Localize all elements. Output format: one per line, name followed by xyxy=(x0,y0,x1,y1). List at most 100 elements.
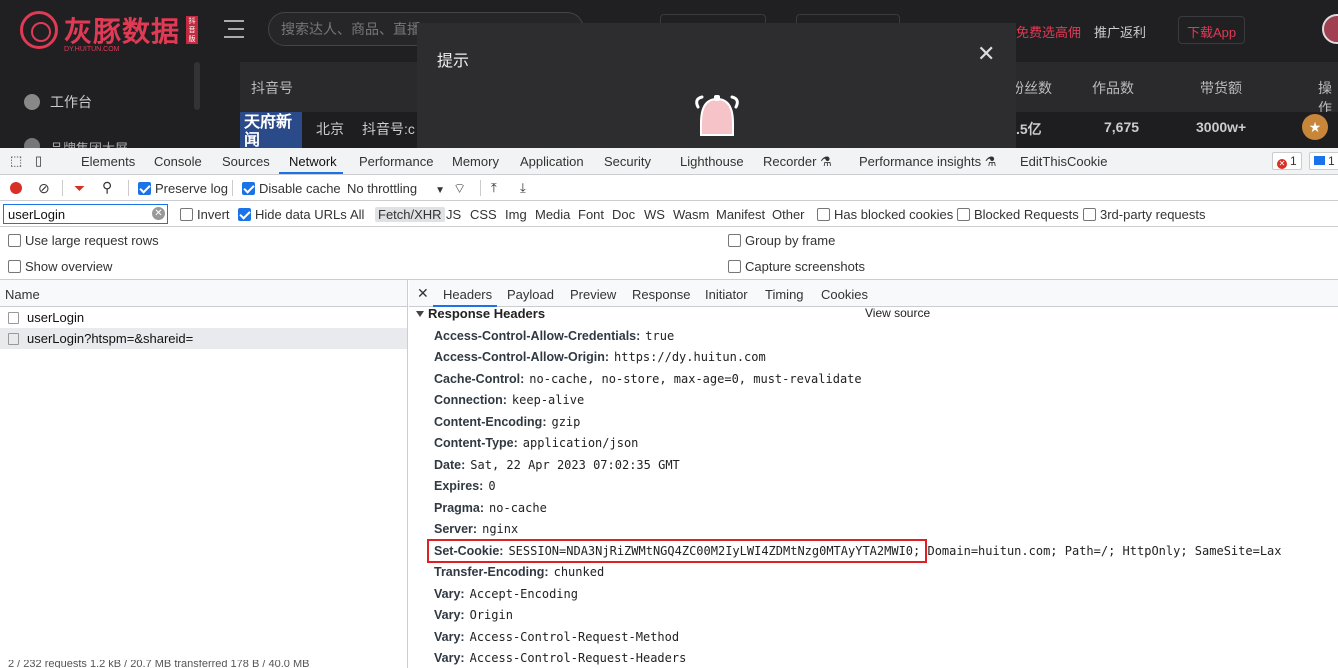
checkbox-checked-icon xyxy=(138,182,151,195)
filter-type-js[interactable]: JS xyxy=(446,207,461,222)
header-value: Sat, 22 Apr 2023 07:02:35 GMT xyxy=(470,458,680,472)
tab-cookies[interactable]: Cookies xyxy=(821,287,868,302)
sidebar-scrollbar[interactable] xyxy=(194,62,200,110)
message-count-badge[interactable]: 1 xyxy=(1309,152,1338,170)
filter-type-media[interactable]: Media xyxy=(535,207,570,222)
view-source-link[interactable]: View source xyxy=(865,306,930,320)
tab-sources[interactable]: Sources xyxy=(222,154,270,169)
checkbox-icon xyxy=(8,234,21,247)
tab-preview[interactable]: Preview xyxy=(570,287,616,302)
tab-initiator[interactable]: Initiator xyxy=(705,287,748,302)
filter-type-other[interactable]: Other xyxy=(772,207,805,222)
logo-mark-icon xyxy=(20,11,58,49)
close-icon[interactable]: ✕ xyxy=(417,285,429,302)
clear-icon[interactable]: ⊘ xyxy=(38,180,50,197)
preserve-log-checkbox[interactable]: Preserve log xyxy=(138,181,228,196)
filter-icon[interactable]: ⏷ xyxy=(74,180,85,197)
header-key: Access-Control-Allow-Origin: xyxy=(434,350,610,364)
sidebar-item-label: 工作台 xyxy=(50,94,92,110)
close-icon[interactable]: ✕ xyxy=(977,41,995,67)
filter-type-wasm[interactable]: Wasm xyxy=(673,207,709,222)
export-har-icon[interactable]: ⤓ xyxy=(520,180,526,196)
large-rows-checkbox[interactable]: Use large request rows xyxy=(8,233,159,248)
filter-input[interactable]: userLogin ✕ xyxy=(3,204,168,224)
menu-icon[interactable] xyxy=(224,20,244,38)
blocked-requests-checkbox[interactable]: Blocked Requests xyxy=(957,207,1079,222)
filter-value: userLogin xyxy=(8,207,66,222)
sidebar-item-workspace[interactable]: 工作台 xyxy=(24,92,92,112)
header-row: Connection: keep-alive xyxy=(434,393,584,407)
tab-lighthouse[interactable]: Lighthouse xyxy=(680,154,744,169)
disable-cache-checkbox[interactable]: Disable cache xyxy=(242,181,341,196)
network-conditions-icon[interactable]: ⌔ xyxy=(453,180,466,198)
tab-payload[interactable]: Payload xyxy=(507,287,554,302)
filter-type-all[interactable]: All xyxy=(350,207,364,222)
tab-headers[interactable]: Headers xyxy=(443,287,492,302)
column-works[interactable]: 作品数 xyxy=(1092,78,1134,98)
device-toolbar-icon[interactable]: ▯ xyxy=(35,153,42,169)
tab-editthiscookie[interactable]: EditThisCookie xyxy=(1020,154,1107,169)
column-fans[interactable]: 粉丝数 xyxy=(1010,78,1052,98)
name-column-header[interactable]: Name xyxy=(0,280,407,307)
inspect-element-icon[interactable]: ⬚ xyxy=(10,153,22,169)
list-item[interactable]: userLogin?htspm=&shareid= xyxy=(0,328,407,349)
detail-tabbar: ✕ Headers Payload Preview Response Initi… xyxy=(409,280,1338,307)
filter-type-manifest[interactable]: Manifest xyxy=(716,207,765,222)
request-name: userLogin?htspm=&shareid= xyxy=(27,331,194,346)
download-app-button[interactable]: 下载App xyxy=(1178,16,1246,44)
tab-security[interactable]: Security xyxy=(604,154,651,169)
filter-type-font[interactable]: Font xyxy=(578,207,604,222)
highlight-box xyxy=(427,539,927,563)
response-headers-section[interactable]: Response Headers xyxy=(416,306,545,321)
brand-name: 灰豚数据 xyxy=(64,16,181,47)
filter-type-doc[interactable]: Doc xyxy=(612,207,635,222)
filter-type-ws[interactable]: WS xyxy=(644,207,665,222)
tab-recorder[interactable]: Recorder ⚗ xyxy=(763,154,832,170)
sidebar-item-brand[interactable]: 品牌集团大屏 xyxy=(24,138,128,148)
tab-network[interactable]: Network xyxy=(289,154,337,169)
tab-performance[interactable]: Performance xyxy=(359,154,433,169)
brand-logo[interactable]: 灰豚数据 DY.HUITUN.COM 抖音版 xyxy=(20,10,199,53)
group-by-frame-checkbox[interactable]: Group by frame xyxy=(728,233,835,248)
bell-icon xyxy=(695,95,739,136)
import-har-icon[interactable]: ⤒ xyxy=(491,180,497,196)
tab-console[interactable]: Console xyxy=(154,154,202,169)
tab-performance-insights[interactable]: Performance insights ⚗ xyxy=(859,154,996,170)
third-party-checkbox[interactable]: 3rd-party requests xyxy=(1083,207,1206,222)
filter-type-fetch-xhr[interactable]: Fetch/XHR xyxy=(375,207,445,222)
clear-filter-icon[interactable]: ✕ xyxy=(152,207,165,220)
invert-checkbox[interactable]: Invert xyxy=(180,207,230,222)
header-key: Expires: xyxy=(434,479,484,493)
header-value: application/json xyxy=(522,436,639,450)
tab-elements[interactable]: Elements xyxy=(81,154,135,169)
throttling-select[interactable]: No throttling ▼ xyxy=(347,181,445,196)
list-item[interactable]: userLogin xyxy=(0,307,407,328)
show-overview-checkbox[interactable]: Show overview xyxy=(8,259,112,274)
favorite-star-icon[interactable]: ★ xyxy=(1302,114,1328,140)
column-sales[interactable]: 带货额 xyxy=(1200,78,1242,98)
header-link-referral[interactable]: 推广返利 xyxy=(1094,22,1146,41)
header-value: true xyxy=(645,329,675,343)
search-icon[interactable]: ⚲ xyxy=(102,179,112,196)
filter-type-img[interactable]: Img xyxy=(505,207,527,222)
avatar[interactable] xyxy=(1322,14,1338,44)
cell-works: 7,675 xyxy=(1104,119,1140,135)
tab-response[interactable]: Response xyxy=(632,287,691,302)
tab-timing[interactable]: Timing xyxy=(765,287,804,302)
filter-type-css[interactable]: CSS xyxy=(470,207,497,222)
prompt-modal: 提示 ✕ xyxy=(417,23,1016,148)
record-button[interactable] xyxy=(10,182,22,194)
header-key: Cache-Control: xyxy=(434,372,525,386)
header-link-high-commission[interactable]: 免费选高佣 xyxy=(1016,22,1081,41)
error-count-badge[interactable]: ✕ 1 xyxy=(1272,152,1302,170)
hide-data-urls-checkbox[interactable]: Hide data URLs xyxy=(238,207,347,222)
checkbox-icon xyxy=(957,208,970,221)
header-value: nginx xyxy=(482,522,519,536)
has-blocked-cookies-checkbox[interactable]: Has blocked cookies xyxy=(817,207,953,222)
capture-screenshots-checkbox[interactable]: Capture screenshots xyxy=(728,259,865,274)
header-key: Vary: xyxy=(434,587,465,601)
tab-memory[interactable]: Memory xyxy=(452,154,499,169)
checkbox-icon xyxy=(8,260,21,273)
cell-fans: .5亿 xyxy=(1016,121,1042,137)
tab-application[interactable]: Application xyxy=(520,154,584,169)
